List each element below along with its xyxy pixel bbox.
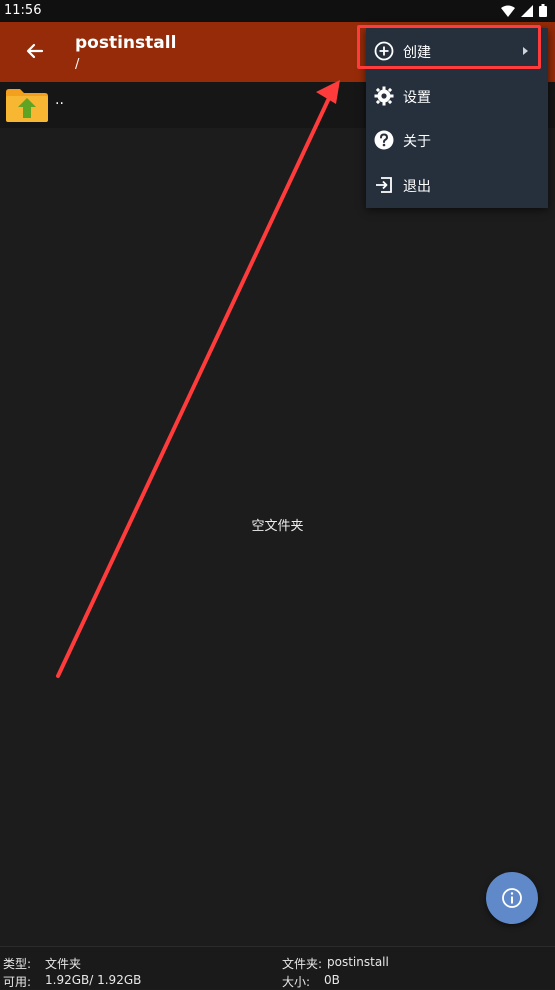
type-label: 类型: (3, 957, 32, 971)
folder-up-icon (6, 89, 48, 122)
signal-icon (521, 4, 533, 17)
current-path: / (75, 57, 80, 72)
back-arrow-icon[interactable] (22, 38, 48, 64)
footer-info: 类型: 文件夹 可用: 1.92GB/ 1.92GB 文件夹: postinst… (0, 946, 555, 989)
menu-item-settings-label: 设置 (403, 90, 431, 106)
status-time: 11:56 (4, 3, 42, 18)
battery-icon (539, 4, 547, 17)
menu-item-settings[interactable]: 设置 (366, 75, 548, 119)
wifi-icon (501, 5, 515, 17)
info-fab-button[interactable] (486, 872, 538, 924)
status-icons (501, 4, 547, 17)
empty-folder-message: 空文件夹 (251, 519, 304, 534)
type-value: 文件夹 (45, 957, 82, 971)
menu-item-about[interactable]: 关于 (366, 119, 548, 163)
exit-icon (376, 177, 392, 193)
parent-entry-label: .. (55, 92, 64, 108)
info-icon (502, 888, 522, 908)
menu-item-exit-label: 退出 (403, 179, 431, 195)
status-bar: 11:56 (0, 0, 555, 22)
folder-value: postinstall (327, 955, 389, 969)
available-value: 1.92GB/ 1.92GB (45, 973, 142, 987)
folder-label: 文件夹: (282, 957, 323, 971)
question-circle-icon (374, 130, 394, 150)
highlight-box (357, 25, 541, 69)
page-title: postinstall (75, 33, 177, 53)
gear-icon (374, 86, 394, 106)
menu-item-about-label: 关于 (403, 134, 431, 150)
available-label: 可用: (3, 975, 32, 989)
menu-item-exit[interactable]: 退出 (366, 164, 548, 208)
size-label: 大小: (282, 975, 311, 989)
size-value: 0B (324, 973, 340, 987)
